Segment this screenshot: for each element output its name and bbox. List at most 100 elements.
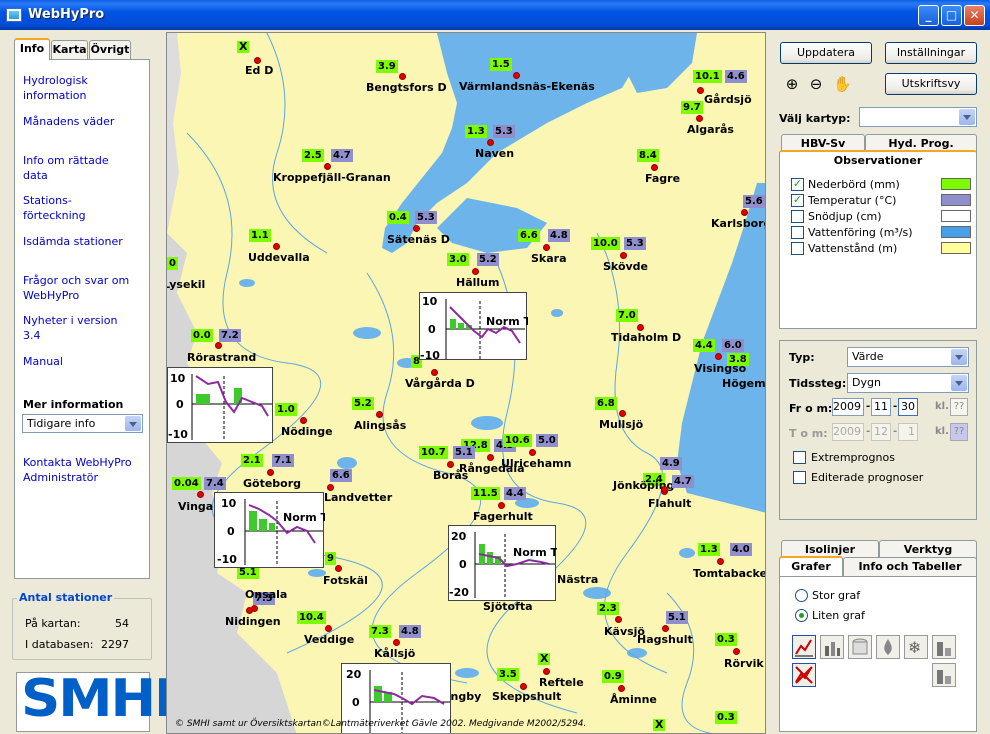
graph-chart-icon[interactable]	[792, 635, 816, 659]
minigraph[interactable]: 20 0 -20 Norm T	[448, 525, 558, 601]
bar-chart-icon[interactable]	[820, 635, 844, 659]
station-dot[interactable]	[215, 342, 222, 349]
station-dot[interactable]	[267, 469, 274, 476]
link-stationsforteckning[interactable]: Stations- förteckning	[23, 193, 86, 223]
station-dot[interactable]	[399, 73, 406, 80]
station-dot[interactable]	[717, 558, 724, 565]
station-dot[interactable]	[615, 616, 622, 623]
station-dot[interactable]	[254, 57, 261, 64]
station-dot[interactable]	[273, 243, 280, 250]
tab-grafer[interactable]: Grafer	[779, 556, 843, 576]
station-dot[interactable]	[620, 252, 627, 259]
zoom-out-icon[interactable]: ⊖	[806, 73, 826, 93]
station-table-icon[interactable]	[932, 663, 956, 687]
link-fragor-och-svar[interactable]: Frågor och svar om WebHyPro	[23, 273, 129, 303]
close-button[interactable]: ✕	[964, 5, 985, 26]
station-dot[interactable]	[520, 683, 527, 690]
from-month[interactable]: 11	[871, 398, 891, 416]
kartyp-select[interactable]	[859, 107, 977, 127]
station-dot[interactable]	[637, 324, 644, 331]
tab-info[interactable]: Info	[14, 38, 50, 60]
station-dot[interactable]	[651, 164, 658, 171]
tom-month[interactable]: 12	[871, 423, 891, 441]
station-dot[interactable]	[300, 417, 307, 424]
link-nyheter[interactable]: Nyheter i version 3.4	[23, 313, 117, 343]
station-dot[interactable]	[696, 115, 703, 122]
maximize-button[interactable]: □	[941, 5, 962, 26]
zoom-in-icon[interactable]: ⊕	[782, 73, 802, 93]
tab-karta[interactable]: Karta	[51, 40, 88, 59]
minigraph[interactable]: 10 0 -10 Norm T	[214, 492, 328, 568]
station-dot[interactable]	[327, 484, 334, 491]
station-dot[interactable]	[376, 411, 383, 418]
station-dot[interactable]	[741, 209, 748, 216]
utskriftsvy-button[interactable]: Utskriftsvy	[885, 73, 977, 95]
snodjup-checkbox[interactable]	[791, 210, 804, 223]
tidssteg-select[interactable]: Dygn	[847, 373, 969, 393]
station-dot[interactable]	[335, 565, 342, 572]
extremprognos-checkbox[interactable]	[793, 451, 806, 464]
station-dot[interactable]	[393, 639, 400, 646]
pan-hand-icon[interactable]: ✋	[832, 73, 852, 93]
station-dot[interactable]	[715, 353, 722, 360]
tab-info-och-tabeller[interactable]: Info och Tabeller	[843, 557, 977, 577]
minigraph[interactable]: 10 0 -10 Norm T	[419, 292, 531, 362]
station-dot[interactable]	[543, 668, 550, 675]
editerade-checkbox[interactable]	[793, 471, 806, 484]
link-info-rattade-data[interactable]: Info om rättade data	[23, 153, 109, 183]
mer-information-select[interactable]: Tidigare info	[22, 414, 143, 433]
station-dot[interactable]	[246, 607, 253, 614]
station-dot[interactable]	[513, 72, 520, 79]
station-dot[interactable]	[472, 268, 479, 275]
link-manual[interactable]: Manual	[23, 354, 63, 369]
clear-graph-icon[interactable]	[792, 663, 816, 687]
station-dot[interactable]	[733, 648, 740, 655]
temperatur-checkbox[interactable]: ✓	[791, 194, 804, 207]
map-view[interactable]: X Ed D 3.9 Bengtsfors D 1.5 Värmlandsnäs…	[166, 32, 766, 734]
station-dot[interactable]	[618, 685, 625, 692]
installningar-button[interactable]: Inställningar	[885, 42, 977, 64]
station-dot[interactable]	[543, 244, 550, 251]
station-dot[interactable]	[619, 410, 626, 417]
snodjup-swatch[interactable]	[941, 210, 971, 222]
station-dot[interactable]	[487, 454, 494, 461]
tom-hour[interactable]: ??	[950, 423, 968, 441]
station-dot[interactable]	[661, 486, 668, 493]
nederbord-swatch[interactable]	[941, 178, 971, 190]
liten-graf-radio[interactable]	[795, 609, 808, 622]
minigraph[interactable]: 10 0 -10	[167, 367, 273, 443]
snowflake-icon[interactable]: ❄	[904, 635, 928, 659]
station-dot[interactable]	[431, 369, 438, 376]
uppdatera-button[interactable]: Uppdatera	[780, 42, 872, 64]
station-dot[interactable]	[662, 625, 669, 632]
temperatur-swatch[interactable]	[941, 194, 971, 206]
vattenforing-swatch[interactable]	[941, 226, 971, 238]
tab-observationer[interactable]: Observationer	[779, 150, 977, 170]
tom-day[interactable]: 1	[898, 423, 918, 441]
tab-ovrigt[interactable]: Övrigt	[89, 40, 131, 59]
nederbord-checkbox[interactable]: ✓	[791, 178, 804, 191]
link-kontakta-administrator[interactable]: Kontakta WebHyPro Administratör	[23, 455, 132, 485]
stor-graf-radio[interactable]	[795, 589, 808, 602]
vattenstand-swatch[interactable]	[941, 242, 971, 254]
minimize-button[interactable]: _	[918, 5, 939, 26]
vattenforing-checkbox[interactable]	[791, 226, 804, 239]
typ-select[interactable]: Värde	[847, 347, 969, 367]
water-drop-icon[interactable]	[876, 635, 900, 659]
from-day[interactable]: 30	[898, 398, 918, 416]
link-manadens-vader[interactable]: Månadens väder	[23, 114, 114, 129]
station-dot[interactable]	[697, 87, 704, 94]
tom-year[interactable]: 2009	[832, 423, 864, 441]
link-hydrologisk-information[interactable]: Hydrologisk information	[23, 73, 88, 103]
station-graph-icon[interactable]	[932, 635, 956, 659]
database-icon[interactable]	[848, 635, 872, 659]
station-dot[interactable]	[447, 461, 454, 468]
station-dot[interactable]	[498, 502, 505, 509]
station-dot[interactable]	[529, 449, 536, 456]
vattenstand-checkbox[interactable]	[791, 242, 804, 255]
station-dot[interactable]	[325, 625, 332, 632]
station-dot[interactable]	[324, 163, 331, 170]
from-year[interactable]: 2009	[832, 398, 864, 416]
station-dot[interactable]	[487, 139, 494, 146]
station-dot[interactable]	[413, 225, 420, 232]
